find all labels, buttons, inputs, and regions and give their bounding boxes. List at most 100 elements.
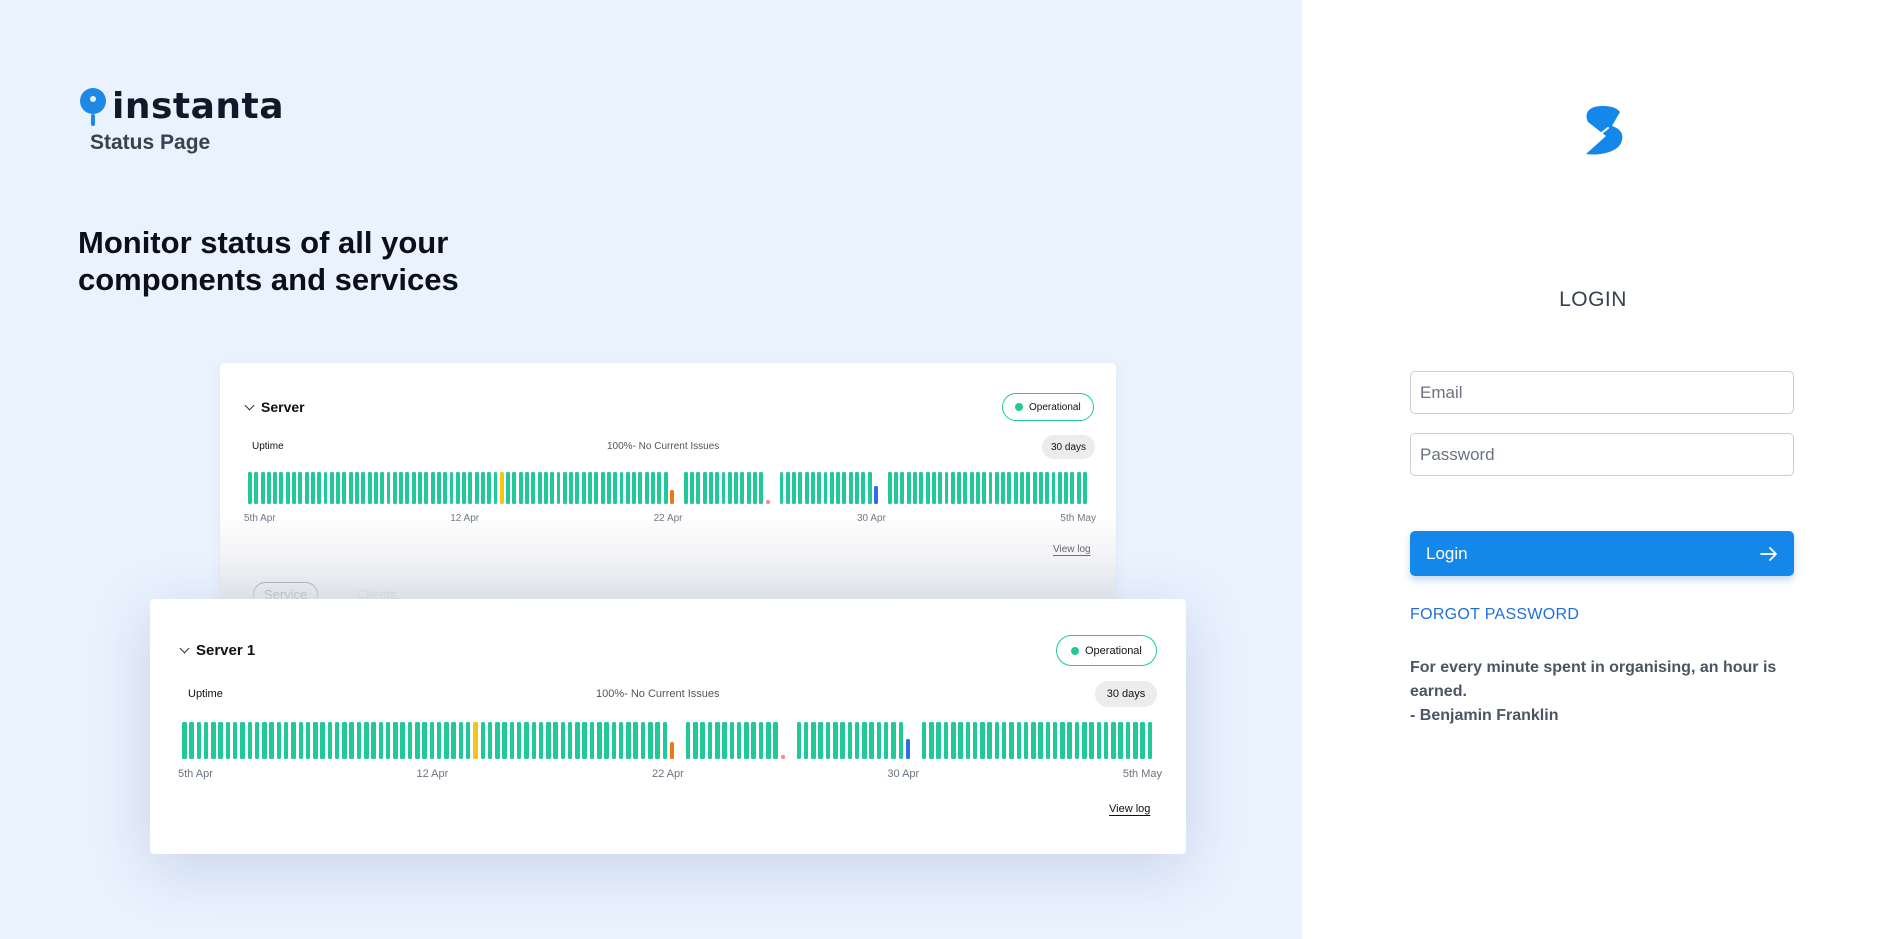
uptime-bar[interactable] xyxy=(715,472,720,504)
uptime-bar[interactable] xyxy=(965,722,971,759)
uptime-bar[interactable] xyxy=(444,722,449,759)
uptime-bar[interactable] xyxy=(900,472,905,504)
uptime-bar[interactable] xyxy=(385,722,391,759)
uptime-bar[interactable] xyxy=(443,472,448,504)
uptime-bar[interactable] xyxy=(734,472,739,504)
uptime-bar[interactable] xyxy=(640,722,646,759)
uptime-bar[interactable] xyxy=(254,472,259,504)
uptime-bar[interactable] xyxy=(975,472,980,504)
uptime-bar[interactable] xyxy=(232,722,238,759)
uptime-bar[interactable] xyxy=(746,472,751,504)
uptime-bar[interactable] xyxy=(407,722,413,759)
uptime-bar[interactable] xyxy=(765,500,770,504)
uptime-bar[interactable] xyxy=(938,472,943,504)
uptime-bar[interactable] xyxy=(811,722,816,759)
uptime-bar[interactable] xyxy=(905,738,911,759)
uptime-bar[interactable] xyxy=(553,722,558,759)
uptime-bar[interactable] xyxy=(619,472,624,504)
uptime-bar[interactable] xyxy=(818,722,823,759)
uptime-bar[interactable] xyxy=(342,722,347,759)
uptime-bar[interactable] xyxy=(254,722,260,759)
uptime-bar[interactable] xyxy=(740,472,745,504)
uptime-bar[interactable] xyxy=(495,722,500,759)
uptime-bar[interactable] xyxy=(1111,722,1116,759)
uptime-bar[interactable] xyxy=(1038,472,1043,504)
uptime-bar[interactable] xyxy=(313,722,318,759)
uptime-bar[interactable] xyxy=(950,722,956,759)
uptime-bar[interactable] xyxy=(240,722,245,759)
uptime-bar[interactable] xyxy=(792,472,796,504)
uptime-bar[interactable] xyxy=(487,472,492,504)
uptime-bar[interactable] xyxy=(982,472,987,504)
uptime-bar[interactable] xyxy=(663,472,668,504)
uptime-bar[interactable] xyxy=(685,722,691,759)
uptime-bar[interactable] xyxy=(980,722,985,759)
uptime-bar[interactable] xyxy=(651,472,655,504)
uptime-bar[interactable] xyxy=(430,472,435,504)
uptime-bar[interactable] xyxy=(451,722,456,759)
uptime-bar[interactable] xyxy=(798,472,803,504)
uptime-bar[interactable] xyxy=(449,472,454,504)
uptime-bar[interactable] xyxy=(524,722,529,759)
uptime-bar[interactable] xyxy=(378,722,384,759)
uptime-bar[interactable] xyxy=(727,472,732,504)
uptime-bar[interactable] xyxy=(1125,722,1131,759)
view-log-link[interactable]: View log xyxy=(1109,803,1150,815)
uptime-bar[interactable] xyxy=(1060,722,1065,759)
uptime-bar[interactable] xyxy=(758,722,764,759)
uptime-bar[interactable] xyxy=(373,472,378,504)
uptime-bar[interactable] xyxy=(499,472,504,504)
uptime-bar[interactable] xyxy=(1045,472,1050,504)
view-log-link[interactable]: View log xyxy=(1053,544,1091,555)
uptime-bar[interactable] xyxy=(729,722,735,759)
uptime-bar[interactable] xyxy=(543,472,548,504)
uptime-bar[interactable] xyxy=(600,472,605,504)
uptime-bar[interactable] xyxy=(963,472,968,504)
uptime-bar[interactable] xyxy=(1089,722,1094,759)
uptime-bar[interactable] xyxy=(708,472,713,504)
uptime-bar[interactable] xyxy=(1023,722,1029,759)
uptime-bar[interactable] xyxy=(969,472,974,504)
uptime-bar[interactable] xyxy=(1016,722,1022,759)
uptime-bar[interactable] xyxy=(848,472,853,504)
uptime-bar[interactable] xyxy=(898,722,904,759)
uptime-bar[interactable] xyxy=(411,472,416,504)
uptime-bar[interactable] xyxy=(575,472,580,504)
uptime-bar[interactable] xyxy=(779,472,784,504)
uptime-bar[interactable] xyxy=(405,472,410,504)
uptime-bar[interactable] xyxy=(1001,722,1007,759)
uptime-bar[interactable] xyxy=(944,472,949,504)
uptime-bar[interactable] xyxy=(329,472,334,504)
uptime-bar[interactable] xyxy=(833,722,838,759)
uptime-bar[interactable] xyxy=(626,722,631,759)
uptime-bar[interactable] xyxy=(693,722,698,759)
uptime-bar[interactable] xyxy=(182,722,187,759)
uptime-bar[interactable] xyxy=(1082,722,1087,759)
uptime-bar[interactable] xyxy=(648,722,653,759)
uptime-bar[interactable] xyxy=(891,722,896,759)
uptime-bar[interactable] xyxy=(972,722,978,759)
uptime-bar[interactable] xyxy=(588,472,592,504)
uptime-bar[interactable] xyxy=(487,722,493,759)
uptime-bar[interactable] xyxy=(876,722,882,759)
uptime-bar[interactable] xyxy=(550,472,555,504)
uptime-bar[interactable] xyxy=(994,472,999,504)
uptime-bar[interactable] xyxy=(1020,472,1024,504)
uptime-bar[interactable] xyxy=(840,722,845,759)
uptime-bar[interactable] xyxy=(1070,472,1075,504)
uptime-bar[interactable] xyxy=(700,722,705,759)
uptime-bar[interactable] xyxy=(702,472,707,504)
uptime-bar[interactable] xyxy=(683,472,688,504)
uptime-bar[interactable] xyxy=(455,472,460,504)
uptime-bar[interactable] xyxy=(418,472,422,504)
uptime-bar[interactable] xyxy=(862,722,867,759)
uptime-bar[interactable] xyxy=(1045,722,1051,759)
uptime-bar[interactable] xyxy=(582,722,587,759)
uptime-bar[interactable] xyxy=(894,472,899,504)
uptime-bar[interactable] xyxy=(606,472,611,504)
uptime-bar[interactable] xyxy=(393,722,398,759)
uptime-bar[interactable] xyxy=(356,722,362,759)
uptime-bar[interactable] xyxy=(292,472,296,504)
uptime-bar[interactable] xyxy=(266,472,271,504)
uptime-bar[interactable] xyxy=(502,722,507,759)
